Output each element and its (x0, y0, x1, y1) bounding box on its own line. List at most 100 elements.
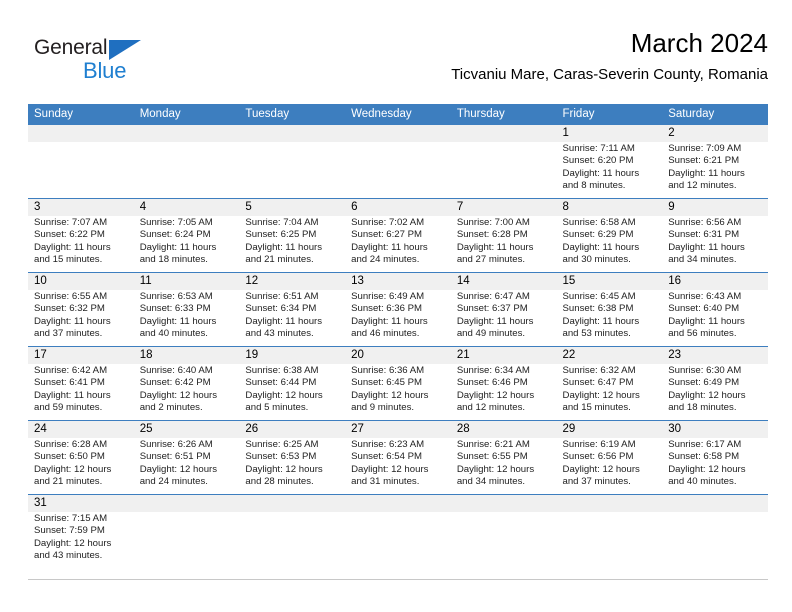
daylight-text-line1: Daylight: 12 hours (34, 537, 112, 549)
day-cell[interactable]: 1 Sunrise: 7:11 AM Sunset: 6:20 PM Daylight… (557, 125, 663, 198)
general-blue-logo[interactable]: General Blue (34, 36, 164, 88)
sunset-text: Sunset: 6:37 PM (456, 303, 528, 315)
daylight-text-line2: and 8 minutes. (562, 180, 626, 192)
sunset-text: Sunset: 6:51 PM (139, 451, 211, 463)
day-number: 17 (34, 349, 47, 361)
day-info: Sunrise: 6:36 AM Sunset: 6:45 PM Daylight:… (351, 364, 448, 415)
daylight-text-line1: Daylight: 12 hours (34, 463, 112, 475)
week-row: 3 Sunrise: 7:07 AM Sunset: 6:22 PM Daylight… (28, 198, 768, 272)
daylight-text-line2: and 53 minutes. (562, 328, 631, 340)
day-cell[interactable]: 24 Sunrise: 6:28 AM Sunset: 6:50 PM Dayligh… (28, 421, 134, 494)
day-cell[interactable]: 11 Sunrise: 6:53 AM Sunset: 6:33 PM Dayligh… (134, 273, 240, 346)
day-cell[interactable]: 29 Sunrise: 6:19 AM Sunset: 6:56 PM Dayligh… (557, 421, 663, 494)
daylight-text-line2: and 5 minutes. (245, 402, 309, 414)
day-cell-empty (557, 495, 663, 579)
daylight-text-line1: Daylight: 12 hours (245, 463, 323, 475)
day-info: Sunrise: 6:26 AM Sunset: 6:51 PM Daylight:… (140, 438, 237, 489)
daylight-text-line2: and 18 minutes. (668, 402, 737, 414)
sunrise-text: Sunrise: 6:23 AM (351, 439, 425, 450)
day-cell[interactable]: 4 Sunrise: 7:05 AM Sunset: 6:24 PM Daylight… (134, 199, 240, 272)
day-cell-empty (451, 125, 557, 198)
sunset-text: Sunset: 6:31 PM (668, 229, 740, 241)
daylight-text-line2: and 21 minutes. (245, 254, 314, 266)
day-cell[interactable]: 19 Sunrise: 6:38 AM Sunset: 6:44 PM Dayligh… (239, 347, 345, 420)
day-cell[interactable]: 15 Sunrise: 6:45 AM Sunset: 6:38 PM Dayligh… (557, 273, 663, 346)
week-cells: 3 Sunrise: 7:07 AM Sunset: 6:22 PM Daylight… (28, 199, 768, 272)
week-cells: 17 Sunrise: 6:42 AM Sunset: 6:41 PM Dayligh… (28, 347, 768, 420)
day-info: Sunrise: 6:17 AM Sunset: 6:58 PM Daylight:… (668, 438, 765, 489)
sunset-text: Sunset: 6:58 PM (668, 451, 740, 463)
sunrise-text: Sunrise: 6:47 AM (456, 291, 530, 302)
sunset-text: Sunset: 6:36 PM (351, 303, 423, 315)
page-header: General Blue March 2024 Ticvaniu Mare, C… (28, 26, 768, 100)
day-cell[interactable]: 13 Sunrise: 6:49 AM Sunset: 6:36 PM Dayligh… (345, 273, 451, 346)
week-row: 31 Sunrise: 7:15 AM Sunset: 7:59 PM Dayligh… (28, 494, 768, 579)
day-cell[interactable]: 30 Sunrise: 6:17 AM Sunset: 6:58 PM Dayligh… (662, 421, 768, 494)
day-cell[interactable]: 20 Sunrise: 6:36 AM Sunset: 6:45 PM Dayligh… (345, 347, 451, 420)
day-cell[interactable]: 27 Sunrise: 6:23 AM Sunset: 6:54 PM Dayligh… (345, 421, 451, 494)
daylight-text-line1: Daylight: 11 hours (668, 241, 745, 253)
day-number: 26 (245, 423, 259, 435)
day-number: 1 (562, 127, 569, 139)
sunrise-text: Sunrise: 6:26 AM (139, 439, 213, 450)
day-cell[interactable]: 2 Sunrise: 7:09 AM Sunset: 6:21 PM Daylight… (662, 125, 768, 198)
day-cell[interactable]: 14 Sunrise: 6:47 AM Sunset: 6:37 PM Dayligh… (451, 273, 557, 346)
day-cell[interactable]: 22 Sunrise: 6:32 AM Sunset: 6:47 PM Dayligh… (557, 347, 663, 420)
daylight-text-line2: and 37 minutes. (562, 476, 631, 488)
daylight-text-line1: Daylight: 11 hours (562, 167, 640, 179)
day-cell-empty (345, 125, 451, 198)
week-cells: 10 Sunrise: 6:55 AM Sunset: 6:32 PM Dayligh… (28, 273, 768, 346)
day-cell[interactable]: 28 Sunrise: 6:21 AM Sunset: 6:55 PM Dayligh… (451, 421, 557, 494)
daylight-text-line1: Daylight: 11 hours (34, 241, 111, 253)
daylight-text-line2: and 27 minutes. (456, 254, 526, 266)
day-info: Sunrise: 6:21 AM Sunset: 6:55 PM Daylight:… (457, 438, 554, 489)
sunrise-text: Sunrise: 6:32 AM (562, 365, 636, 376)
day-cell[interactable]: 3 Sunrise: 7:07 AM Sunset: 6:22 PM Daylight… (28, 199, 134, 272)
day-info: Sunrise: 7:00 AM Sunset: 6:28 PM Daylight:… (457, 216, 554, 267)
day-cell[interactable]: 26 Sunrise: 6:25 AM Sunset: 6:53 PM Dayligh… (239, 421, 345, 494)
daylight-text-line2: and 28 minutes. (245, 476, 314, 488)
day-cell[interactable]: 16 Sunrise: 6:43 AM Sunset: 6:40 PM Dayligh… (662, 273, 768, 346)
sunrise-text: Sunrise: 6:28 AM (34, 439, 108, 450)
week-row: 17 Sunrise: 6:42 AM Sunset: 6:41 PM Dayligh… (28, 346, 768, 420)
day-cell[interactable]: 9 Sunrise: 6:56 AM Sunset: 6:31 PM Daylight… (662, 199, 768, 272)
day-cell[interactable]: 6 Sunrise: 7:02 AM Sunset: 6:27 PM Daylight… (345, 199, 451, 272)
daylight-text-line2: and 46 minutes. (351, 328, 420, 340)
day-cell[interactable]: 17 Sunrise: 6:42 AM Sunset: 6:41 PM Dayligh… (28, 347, 134, 420)
day-info: Sunrise: 6:28 AM Sunset: 6:50 PM Daylight:… (34, 438, 131, 489)
daylight-text-line1: Daylight: 11 hours (562, 241, 640, 253)
day-number: 6 (351, 201, 358, 213)
day-number: 4 (139, 201, 147, 213)
sunset-text: Sunset: 6:47 PM (562, 377, 634, 389)
day-cell[interactable]: 12 Sunrise: 6:51 AM Sunset: 6:34 PM Dayligh… (239, 273, 345, 346)
daylight-text-line1: Daylight: 11 hours (139, 241, 217, 253)
day-info: Sunrise: 6:32 AM Sunset: 6:47 PM Daylight:… (563, 364, 660, 415)
day-cell-empty (134, 495, 240, 579)
day-cell[interactable]: 7 Sunrise: 7:00 AM Sunset: 6:28 PM Daylight… (451, 199, 557, 272)
day-number: 15 (562, 275, 576, 287)
daylight-text-line2: and 43 minutes. (245, 328, 314, 340)
sunrise-text: Sunrise: 6:40 AM (139, 365, 213, 376)
day-info: Sunrise: 6:23 AM Sunset: 6:54 PM Daylight:… (351, 438, 448, 489)
week-row: 1 Sunrise: 7:11 AM Sunset: 6:20 PM Daylight… (28, 125, 768, 198)
calendar-bottom-rule (28, 579, 768, 580)
day-cell[interactable]: 31 Sunrise: 7:15 AM Sunset: 7:59 PM Dayligh… (28, 495, 134, 579)
day-cell[interactable]: 8 Sunrise: 6:58 AM Sunset: 6:29 PM Daylight… (557, 199, 663, 272)
daylight-text-line2: and 15 minutes. (34, 254, 103, 266)
day-cell[interactable]: 21 Sunrise: 6:34 AM Sunset: 6:46 PM Dayligh… (451, 347, 557, 420)
day-cell[interactable]: 18 Sunrise: 6:40 AM Sunset: 6:42 PM Dayligh… (134, 347, 240, 420)
day-cell[interactable]: 25 Sunrise: 6:26 AM Sunset: 6:51 PM Dayligh… (134, 421, 240, 494)
day-cell[interactable]: 23 Sunrise: 6:30 AM Sunset: 6:49 PM Dayligh… (662, 347, 768, 420)
daylight-text-line2: and 2 minutes. (139, 402, 203, 414)
sunset-text: Sunset: 6:56 PM (562, 451, 634, 463)
sunrise-text: Sunrise: 7:15 AM (34, 513, 108, 524)
sunrise-text: Sunrise: 6:51 AM (245, 291, 319, 302)
day-cell-empty (345, 495, 451, 579)
day-cell[interactable]: 10 Sunrise: 6:55 AM Sunset: 6:32 PM Dayligh… (28, 273, 134, 346)
day-info: Sunrise: 7:15 AM Sunset: 7:59 PM Daylight:… (34, 512, 131, 563)
day-number: 21 (456, 349, 470, 361)
day-cell[interactable]: 5 Sunrise: 7:04 AM Sunset: 6:25 PM Daylight… (239, 199, 345, 272)
sunset-text: Sunset: 6:54 PM (351, 451, 423, 463)
day-cell-empty (451, 495, 557, 579)
daylight-text-line1: Daylight: 12 hours (562, 463, 640, 475)
